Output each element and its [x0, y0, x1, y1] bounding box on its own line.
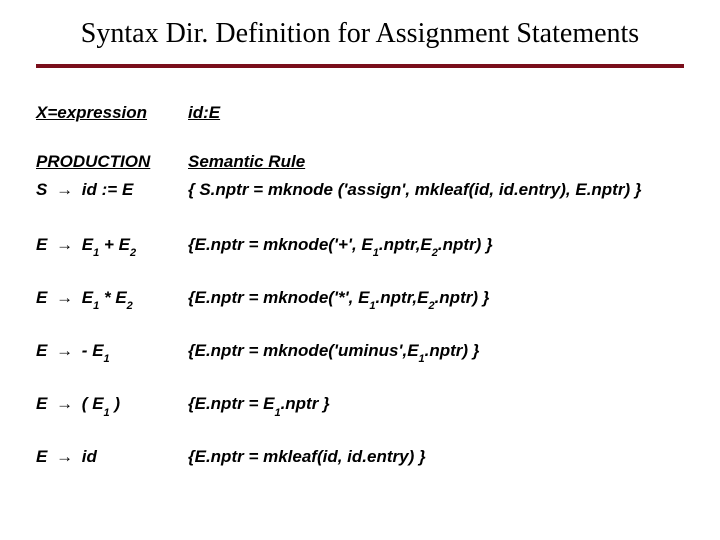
arrow-icon: →: [52, 394, 77, 413]
semantic-cell: {E.nptr = mknode('+', E1.nptr,E2.nptr) }: [188, 234, 684, 259]
rule-row: E → - E1{E.nptr = mknode('uminus',E1.npt…: [36, 340, 684, 365]
rule-row: E → ( E1 ){E.nptr = E1.nptr }: [36, 393, 684, 418]
production-cell: E → id: [36, 446, 188, 467]
x-line-row: X=expression id:E: [36, 102, 684, 123]
rules-list: S → id := E{ S.nptr = mknode ('assign', …: [36, 179, 684, 468]
rule-row: E → E1 * E2{E.nptr = mknode('*', E1.nptr…: [36, 287, 684, 312]
semantic-cell: {E.nptr = mkleaf(id, id.entry) }: [188, 446, 684, 467]
x-expression-label: X=expression: [36, 102, 188, 123]
header-production: PRODUCTION: [36, 151, 188, 172]
production-cell: S → id := E: [36, 179, 188, 200]
semantic-cell: { S.nptr = mknode ('assign', mkleaf(id, …: [188, 179, 684, 200]
arrow-icon: →: [52, 288, 77, 307]
production-cell: E → E1 + E2: [36, 234, 188, 259]
title-underline: [36, 64, 684, 68]
slide: Syntax Dir. Definition for Assignment St…: [0, 0, 720, 540]
arrow-icon: →: [52, 235, 77, 254]
page-title: Syntax Dir. Definition for Assignment St…: [36, 18, 684, 50]
x-expression-value: id:E: [188, 102, 684, 123]
arrow-icon: →: [52, 180, 77, 199]
header-semantic: Semantic Rule: [188, 151, 684, 172]
arrow-icon: →: [52, 447, 77, 466]
semantic-cell: {E.nptr = mknode('uminus',E1.nptr) }: [188, 340, 684, 365]
production-cell: E → ( E1 ): [36, 393, 188, 418]
header-row: PRODUCTION Semantic Rule: [36, 151, 684, 172]
rule-row: E → E1 + E2{E.nptr = mknode('+', E1.nptr…: [36, 234, 684, 259]
rule-row: S → id := E{ S.nptr = mknode ('assign', …: [36, 179, 684, 200]
semantic-cell: {E.nptr = E1.nptr }: [188, 393, 684, 418]
production-cell: E → E1 * E2: [36, 287, 188, 312]
production-cell: E → - E1: [36, 340, 188, 365]
arrow-icon: →: [52, 341, 77, 360]
semantic-cell: {E.nptr = mknode('*', E1.nptr,E2.nptr) }: [188, 287, 684, 312]
content-area: X=expression id:E PRODUCTION Semantic Ru…: [36, 102, 684, 468]
rule-row: E → id{E.nptr = mkleaf(id, id.entry) }: [36, 446, 684, 467]
